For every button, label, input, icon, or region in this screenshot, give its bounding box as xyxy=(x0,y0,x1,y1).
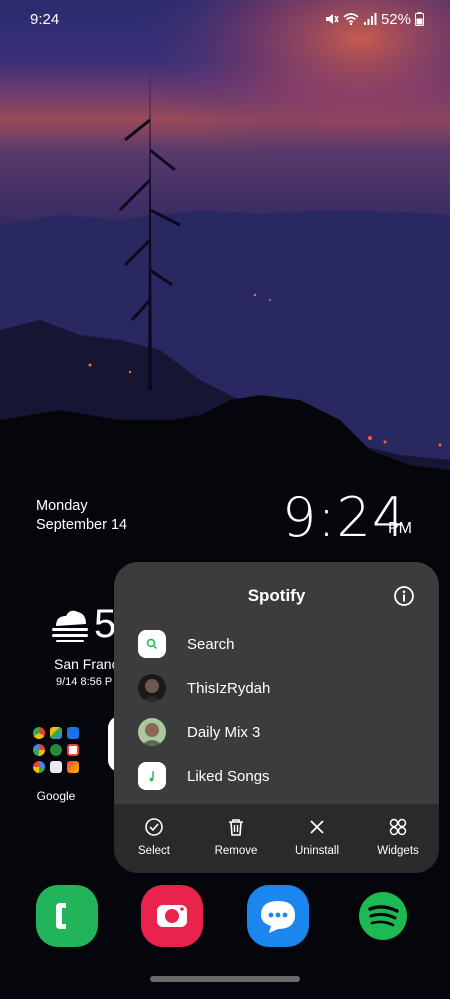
weather-temp[interactable]: 5 xyxy=(94,602,114,647)
shortcut-label: Search xyxy=(187,635,235,653)
clock-ampm: PM xyxy=(388,520,412,537)
shortcut-daily-mix-3[interactable]: Daily Mix 3 xyxy=(138,714,418,750)
dock-camera[interactable] xyxy=(141,885,203,947)
popup-action-bar: Select Remove Uninstall Widgets xyxy=(114,804,439,873)
shortcut-search[interactable]: Search xyxy=(138,626,418,662)
weather-updated: 9/14 8:56 P xyxy=(56,676,113,688)
date-widget[interactable]: Monday September 14 xyxy=(36,497,127,535)
tv-icon xyxy=(50,761,62,773)
music-note-icon xyxy=(138,762,166,790)
shortcut-label: Daily Mix 3 xyxy=(187,723,261,741)
chrome-icon xyxy=(33,727,45,739)
shortcut-label: Liked Songs xyxy=(187,767,270,785)
meet-icon xyxy=(67,727,79,739)
shortcut-liked-songs[interactable]: Liked Songs xyxy=(138,758,418,794)
wifi-icon xyxy=(343,13,359,26)
select-label: Select xyxy=(138,845,170,857)
fog-icon xyxy=(52,610,88,642)
widgets-label: Widgets xyxy=(377,845,419,857)
shortcut-label: ThisIzRydah xyxy=(187,679,271,697)
popup-title: Spotify xyxy=(247,586,306,605)
widgets-button[interactable]: Widgets xyxy=(358,816,438,857)
play-icon xyxy=(67,761,79,773)
check-circle-icon xyxy=(145,818,163,836)
signal-icon xyxy=(363,13,377,25)
status-time: 9:24 xyxy=(30,11,60,28)
google-folder-label: Google xyxy=(36,789,76,803)
phone-icon xyxy=(56,903,66,929)
weather-city: San Franc xyxy=(54,656,114,672)
trash-icon xyxy=(229,819,243,836)
app-shortcut-popup: Spotify Search ThisIzRydah Daily Mix 3 L… xyxy=(114,562,439,873)
dock-phone[interactable] xyxy=(36,885,98,947)
battery-icon xyxy=(415,12,424,26)
navigation-handle[interactable] xyxy=(150,976,300,982)
info-icon[interactable] xyxy=(393,585,415,607)
drive-icon xyxy=(50,727,62,739)
duo-icon xyxy=(50,744,62,756)
select-button[interactable]: Select xyxy=(114,816,194,857)
remove-button[interactable]: Remove xyxy=(196,816,276,857)
spotify-icon xyxy=(359,892,407,940)
dock-messages[interactable] xyxy=(247,885,309,947)
shortcut-thisizrydah[interactable]: ThisIzRydah xyxy=(138,670,418,706)
remove-label: Remove xyxy=(214,845,258,857)
battery-percent: 52% xyxy=(380,10,411,28)
search-icon xyxy=(138,630,166,658)
day-label: Monday xyxy=(36,498,88,514)
uninstall-label: Uninstall xyxy=(294,845,340,857)
photos-icon xyxy=(33,744,45,756)
avatar xyxy=(138,718,166,746)
gmail-icon xyxy=(67,744,79,756)
camera-icon xyxy=(157,905,187,927)
status-bar: 9:24 52% xyxy=(0,0,450,40)
clock-time[interactable]: 9:24 xyxy=(282,486,407,549)
date-label: September 14 xyxy=(36,517,128,533)
mute-icon xyxy=(325,14,339,24)
close-icon xyxy=(310,820,324,834)
google-folder[interactable] xyxy=(33,727,79,773)
widgets-icon xyxy=(389,818,407,836)
avatar xyxy=(138,674,166,702)
status-icons: 52% xyxy=(325,9,424,29)
message-icon xyxy=(261,901,295,933)
uninstall-button[interactable]: Uninstall xyxy=(277,816,357,857)
google-icon xyxy=(33,761,45,773)
dock-spotify[interactable] xyxy=(352,885,414,947)
